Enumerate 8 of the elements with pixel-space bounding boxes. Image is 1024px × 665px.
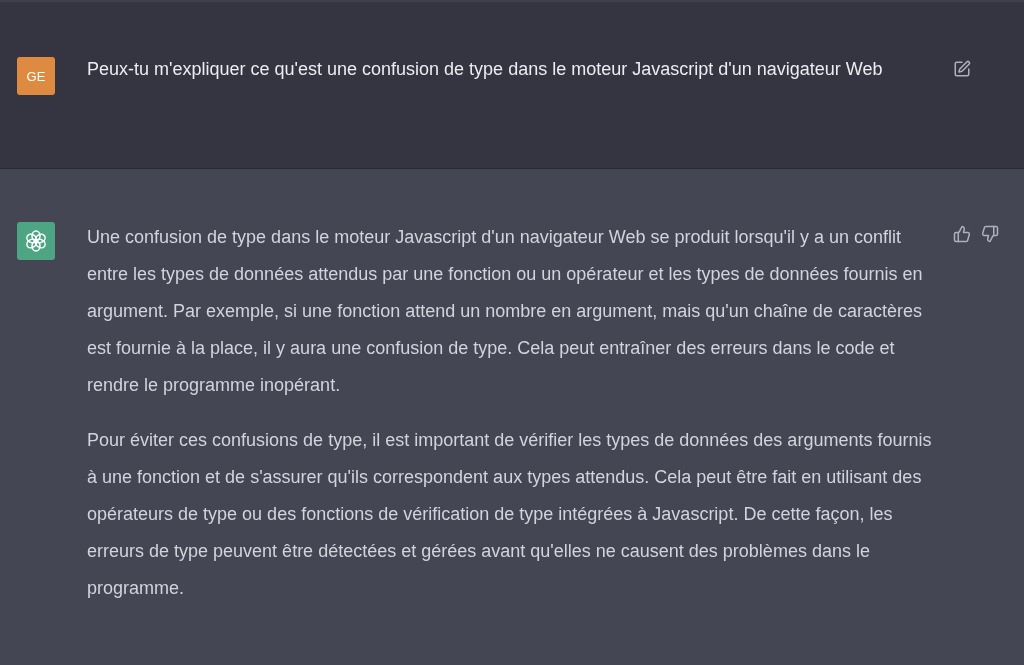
thumbs-up-icon[interactable] <box>953 225 971 243</box>
message-text: Pour éviter ces confusions de type, il est important de vérifier les types de données des arguments fournis à une fonction et de s'assurer qu'ils correspondent aux types attendus. Cela peut être fait en utilisant des opérateurs de type ou des fonctions de vérification de type intégrées à Javascript. De cette façon, les erreurs de type peuvent être détectées et gérées avant qu'elles ne causent des problèmes dans le programme. <box>87 429 933 600</box>
message-text: Une confusion de type dans le moteur Javascript d'un navigateur Web se produit lorsqu'il y a un conflit entre les types de données attendus par une fonction ou un opérateur et les types de données fournis en argument. Par exemple, si une fonction attend un nombre en argument, mais qu'un chaîne de caractères est fournie à la place, il y aura une confusion de type. Cela peut entraîner des erreurs dans le code et rendre le programme inopérant. <box>87 226 924 397</box>
edit-icon[interactable] <box>953 60 971 78</box>
message-text: Peux-tu m'expliquer ce qu'est une confusion de type dans le moteur Javascript d'un navigateur Web <box>87 58 884 81</box>
knot-logo-icon <box>24 229 48 253</box>
user-avatar: GE <box>17 57 55 95</box>
thumbs-down-icon[interactable] <box>981 225 999 243</box>
